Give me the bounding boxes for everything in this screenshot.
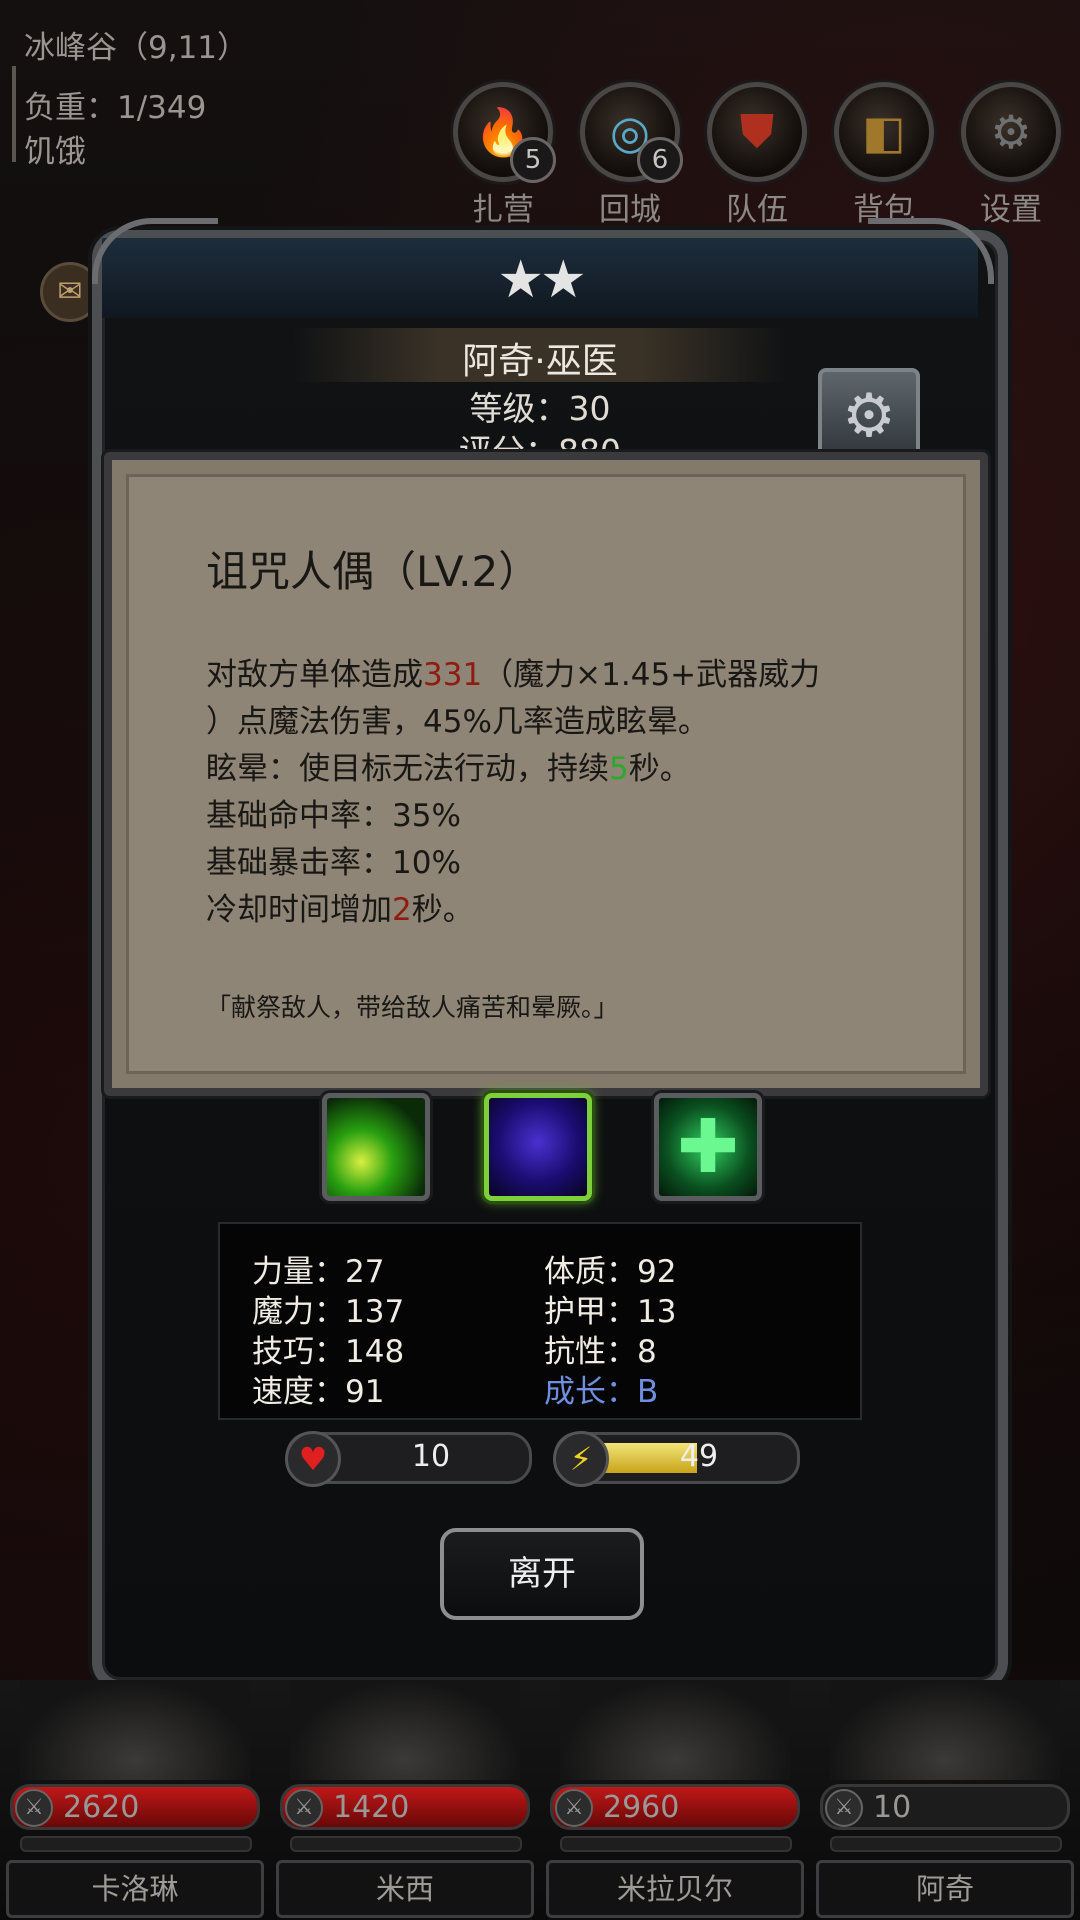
camp-count-badge: 5 — [510, 137, 556, 183]
hero-level: 等级：30 — [469, 389, 611, 428]
stat-magic: 魔力：137 — [252, 1294, 405, 1330]
hp-value: 10 — [411, 1439, 451, 1474]
member-secondary-bar — [20, 1836, 252, 1852]
energy-value: 49 — [679, 1439, 719, 1474]
member-portrait — [830, 1680, 1060, 1780]
sword-icon: ⚔ — [15, 1789, 53, 1827]
desc-line-1: 对敌方单体造成331（魔力×1.45+武器威力 — [206, 652, 926, 699]
member-portrait — [20, 1680, 250, 1780]
stat-speed: 速度：91 — [252, 1374, 385, 1410]
stun-duration-value: 5 — [609, 751, 629, 787]
bag-button[interactable]: ◧ 背包 — [829, 82, 939, 229]
stat-skill: 技巧：148 — [252, 1334, 405, 1370]
desc-text: 秒。 — [628, 751, 691, 787]
hp-bar: ♥ 10 — [285, 1431, 532, 1487]
desc-line-5: 基础暴击率：10% — [206, 845, 461, 881]
return-count-badge: 6 — [637, 137, 683, 183]
skill-title: 诅咒人偶（LV.2） — [206, 547, 541, 596]
member-hp-value: 2960 — [603, 1790, 680, 1825]
desc-line-6: 冷却时间增加2秒。 — [206, 887, 926, 934]
weight-label: 负重：1/349 — [24, 90, 207, 126]
member-hp-value: 1420 — [333, 1790, 410, 1825]
damage-value: 331 — [423, 657, 483, 693]
member-hp-bar: ⚔ 10 — [820, 1784, 1070, 1830]
skill-description: 对敌方单体造成331（魔力×1.45+武器威力 ）点魔法伤害，45%几率造成眩晕… — [206, 652, 926, 934]
party-member-2[interactable]: ⚔ 1420 米西 — [270, 1680, 538, 1920]
hero-stars: ★★ — [497, 250, 586, 310]
desc-line-4: 基础命中率：35% — [206, 798, 461, 834]
desc-line-3: 眩晕：使目标无法行动，持续5秒。 — [206, 746, 926, 793]
member-name[interactable]: 阿奇 — [816, 1860, 1074, 1918]
skill-slot-2-selected[interactable] — [484, 1093, 592, 1201]
energy-bar: ⚡ 49 — [553, 1431, 800, 1487]
desc-text: 秒。 — [411, 892, 474, 928]
stat-armor: 护甲：13 — [544, 1294, 677, 1330]
stat-growth: 成长：B — [544, 1374, 659, 1410]
member-hp-value: 10 — [873, 1790, 912, 1825]
stat-constitution: 体质：92 — [544, 1254, 677, 1290]
member-portrait — [290, 1680, 520, 1780]
member-hp-bar: ⚔ 2620 — [10, 1784, 260, 1830]
member-hp-bar: ⚔ 2960 — [550, 1784, 800, 1830]
gear-icon: ⚙ — [842, 381, 896, 451]
member-hp-bar: ⚔ 1420 — [280, 1784, 530, 1830]
stat-resistance: 抗性：8 — [544, 1334, 657, 1370]
desc-text: （魔力×1.45+武器威力 — [482, 657, 821, 693]
member-secondary-bar — [830, 1836, 1062, 1852]
desc-line-2: ）点魔法伤害，45%几率造成眩晕。 — [206, 704, 709, 740]
camp-button[interactable]: 🔥 5 扎营 — [448, 82, 558, 229]
member-hp-value: 2620 — [63, 1790, 140, 1825]
heal-cross-icon: ✚ — [676, 1104, 739, 1190]
gear-icon: ⚙ — [961, 82, 1061, 182]
member-name[interactable]: 米拉贝尔 — [546, 1860, 804, 1918]
settings-button[interactable]: ⚙ 设置 — [956, 82, 1066, 229]
team-button[interactable]: ⛊ 队伍 — [702, 82, 812, 229]
stat-strength: 力量：27 — [252, 1254, 385, 1290]
hud-divider — [12, 66, 16, 162]
member-name[interactable]: 米西 — [276, 1860, 534, 1918]
camp-label: 扎营 — [472, 192, 534, 228]
party-member-1[interactable]: ⚔ 2620 卡洛琳 — [0, 1680, 268, 1920]
cooldown-value: 2 — [392, 892, 412, 928]
return-town-button[interactable]: ◎ 6 回城 — [575, 82, 685, 229]
member-name[interactable]: 卡洛琳 — [6, 1860, 264, 1918]
skill-tooltip: 诅咒人偶（LV.2） 对敌方单体造成331（魔力×1.45+武器威力 ）点魔法伤… — [104, 452, 988, 1096]
leave-button[interactable]: 离开 — [440, 1528, 644, 1620]
member-portrait — [560, 1680, 790, 1780]
location-label: 冰峰谷（9,11） — [24, 30, 249, 66]
member-secondary-bar — [290, 1836, 522, 1852]
skill-flavor-quote: 「献祭敌人，带给敌人痛苦和晕厥。」 — [206, 993, 619, 1022]
return-town-label: 回城 — [599, 192, 661, 228]
sword-icon: ⚔ — [825, 1789, 863, 1827]
bag-icon: ◧ — [834, 82, 934, 182]
team-icon: ⛊ — [707, 82, 807, 182]
desc-text: 对敌方单体造成 — [206, 657, 423, 693]
team-label: 队伍 — [726, 192, 788, 228]
sword-icon: ⚔ — [555, 1789, 593, 1827]
party-member-3[interactable]: ⚔ 2960 米拉贝尔 — [540, 1680, 808, 1920]
desc-text: 冷却时间增加 — [206, 892, 392, 928]
settings-label: 设置 — [980, 192, 1042, 228]
hero-name: 阿奇·巫医 — [462, 341, 618, 382]
sword-icon: ⚔ — [285, 1789, 323, 1827]
desc-text: 眩晕：使目标无法行动，持续 — [206, 751, 609, 787]
hunger-status: 饥饿 — [24, 134, 86, 170]
portal-icon: ◎ 6 — [580, 82, 683, 183]
skill-slot-1[interactable] — [322, 1093, 430, 1201]
campfire-icon: 🔥 5 — [453, 82, 556, 183]
member-secondary-bar — [560, 1836, 792, 1852]
stats-panel: 力量：27 魔力：137 技巧：148 速度：91 体质：92 护甲：13 抗性… — [218, 1222, 862, 1420]
skill-slot-3[interactable]: ✚ — [654, 1093, 762, 1201]
party-member-4[interactable]: ⚔ 10 阿奇 — [810, 1680, 1078, 1920]
